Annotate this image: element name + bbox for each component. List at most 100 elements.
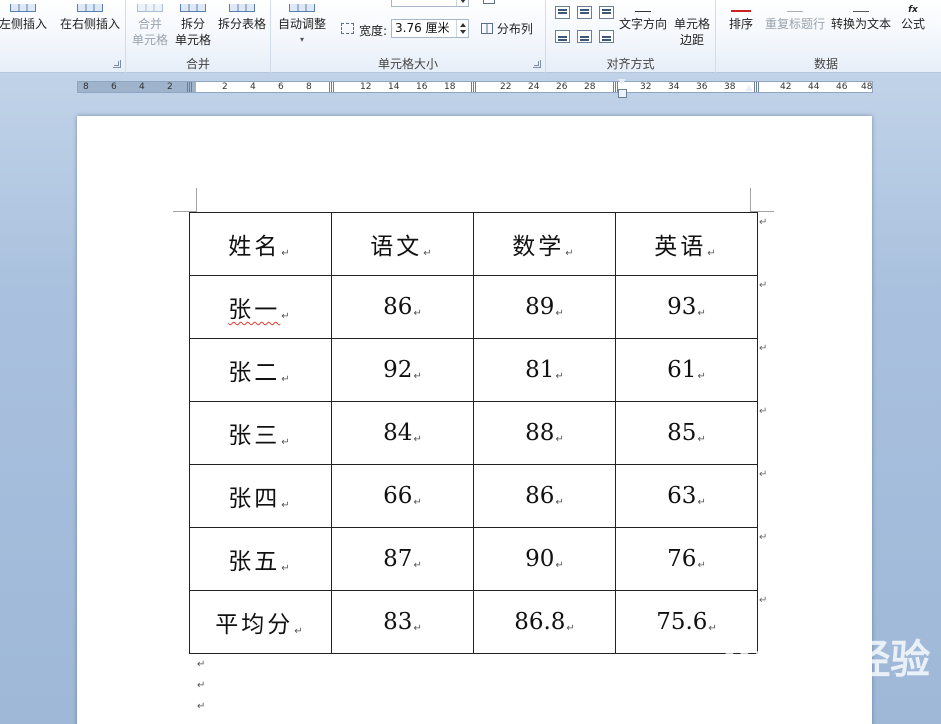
score-value: 61 bbox=[667, 357, 697, 383]
align-top-right-icon[interactable] bbox=[599, 6, 614, 19]
column-marker-icon[interactable] bbox=[471, 82, 477, 92]
score-table[interactable]: 姓名↵ 语文↵ 数学↵ 英语↵ 张一↵ 86↵ 89↵ 93↵ 张二↵ 92↵ … bbox=[189, 212, 758, 654]
row-end-mark: ↵ bbox=[759, 406, 768, 417]
table-row: 张五↵ 87↵ 90↵ 76↵ bbox=[189, 527, 758, 591]
table-layout-ribbon: 左侧插入 在右侧插入 合并 单元格 拆分 单元格 拆分表格 合并 自动调整 ▾ … bbox=[0, 0, 941, 73]
table-cell[interactable]: 66↵ bbox=[331, 464, 474, 528]
text-direction-button[interactable]: 文字方向 bbox=[618, 0, 668, 32]
table-cell[interactable]: 张五↵ bbox=[189, 527, 332, 591]
text-direction-label: 文字方向 bbox=[618, 17, 667, 31]
score-value: 86 bbox=[525, 483, 555, 509]
baidu-watermark: Baidu经验 jingyan.baidu.com bbox=[722, 625, 932, 715]
table-cell[interactable]: 86↵ bbox=[473, 464, 616, 528]
column-marker-icon[interactable] bbox=[754, 82, 760, 92]
score-value: 85 bbox=[667, 420, 697, 446]
cell-end-mark: ↵ bbox=[697, 560, 706, 571]
table-cell[interactable]: 85↵ bbox=[615, 401, 758, 465]
height-field[interactable] bbox=[391, 0, 469, 7]
cell-end-mark: ↵ bbox=[708, 623, 717, 634]
ruler-label: 12 bbox=[360, 82, 372, 92]
width-spin-icon[interactable] bbox=[456, 20, 468, 37]
column-marker-icon[interactable] bbox=[187, 82, 193, 92]
merge-group: 合并 单元格 拆分 单元格 拆分表格 合并 bbox=[126, 0, 271, 73]
table-cell[interactable]: 平均分↵ bbox=[189, 590, 332, 654]
score-value: 63 bbox=[667, 483, 697, 509]
cell-size-launcher-icon[interactable] bbox=[533, 60, 541, 68]
formula-button[interactable]: fx 公式 bbox=[896, 0, 930, 32]
insert-left-button[interactable]: 左侧插入 bbox=[0, 0, 56, 32]
table-cell[interactable]: 89↵ bbox=[473, 275, 616, 339]
cell-margins-button[interactable]: 单元格 边距 bbox=[670, 0, 714, 48]
repeat-header-button[interactable]: 重复标题行 bbox=[764, 0, 826, 32]
align-bottom-right-icon[interactable] bbox=[599, 30, 614, 43]
crop-mark bbox=[196, 188, 197, 212]
autofit-button[interactable]: 自动调整 ▾ bbox=[275, 0, 329, 48]
cell-end-mark: ↵ bbox=[281, 311, 293, 322]
split-cells-icon bbox=[180, 4, 206, 12]
split-cells-button[interactable]: 拆分 单元格 bbox=[174, 0, 212, 48]
convert-to-text-button[interactable]: 转换为文本 bbox=[828, 0, 894, 32]
first-line-indent-icon[interactable] bbox=[618, 79, 626, 85]
header-cell[interactable]: 姓名↵ bbox=[189, 212, 332, 276]
table-cell[interactable]: 84↵ bbox=[331, 401, 474, 465]
table-cell[interactable]: 76↵ bbox=[615, 527, 758, 591]
cell-margins-label-2: 边距 bbox=[679, 33, 704, 47]
table-cell[interactable]: 张四↵ bbox=[189, 464, 332, 528]
header-cell[interactable]: 英语↵ bbox=[615, 212, 758, 276]
align-top-left-icon[interactable] bbox=[555, 6, 570, 19]
table-cell[interactable]: 张二↵ bbox=[189, 338, 332, 402]
table-cell[interactable]: 93↵ bbox=[615, 275, 758, 339]
rows-columns-group: 左侧插入 在右侧插入 bbox=[0, 0, 126, 73]
merge-cells-button[interactable]: 合并 单元格 bbox=[128, 0, 172, 48]
table-cell[interactable]: 61↵ bbox=[615, 338, 758, 402]
average-label: 平均分 bbox=[215, 612, 294, 638]
table-cell[interactable]: 86.8↵ bbox=[473, 590, 616, 654]
table-cell[interactable]: 86↵ bbox=[331, 275, 474, 339]
header-chinese: 语文 bbox=[370, 234, 423, 260]
align-bottom-left-icon[interactable] bbox=[555, 30, 570, 43]
header-cell[interactable]: 数学↵ bbox=[473, 212, 616, 276]
table-cell[interactable]: 张一↵ bbox=[189, 275, 332, 339]
align-top-center-icon[interactable] bbox=[577, 6, 592, 19]
table-cell[interactable]: 87↵ bbox=[331, 527, 474, 591]
score-value: 84 bbox=[383, 420, 413, 446]
student-name: 张二 bbox=[228, 360, 281, 386]
table-cell[interactable]: 92↵ bbox=[331, 338, 474, 402]
ruler-label: 46 bbox=[836, 82, 848, 92]
table-cell[interactable]: 88↵ bbox=[473, 401, 616, 465]
header-cell[interactable]: 语文↵ bbox=[331, 212, 474, 276]
distribute-rows-icon[interactable] bbox=[483, 0, 495, 4]
horizontal-ruler[interactable]: 8 6 4 2 2 4 6 8 12 14 16 18 22 24 26 28 … bbox=[77, 81, 873, 93]
left-indent-icon[interactable] bbox=[618, 89, 627, 98]
ruler-label: 8 bbox=[83, 82, 89, 92]
distribute-cols-button[interactable]: 分布列 bbox=[481, 21, 543, 37]
right-indent-icon[interactable] bbox=[745, 85, 753, 91]
sort-button[interactable]: 排序 bbox=[722, 0, 760, 32]
paragraph-mark: ↵ bbox=[197, 701, 206, 712]
merge-cells-icon bbox=[137, 4, 163, 12]
row-end-mark: ↵ bbox=[759, 343, 768, 354]
align-bottom-center-icon[interactable] bbox=[577, 30, 592, 43]
table-cell[interactable]: 83↵ bbox=[331, 590, 474, 654]
student-name: 张五 bbox=[228, 549, 281, 575]
table-cell[interactable]: 63↵ bbox=[615, 464, 758, 528]
table-cell[interactable]: 90↵ bbox=[473, 527, 616, 591]
column-marker-icon[interactable] bbox=[329, 82, 335, 92]
student-name: 张四 bbox=[228, 486, 281, 512]
cell-end-mark: ↵ bbox=[555, 497, 564, 508]
score-value: 81 bbox=[525, 357, 555, 383]
width-label: 宽度: bbox=[359, 24, 388, 38]
cell-end-mark: ↵ bbox=[565, 248, 577, 259]
width-field[interactable]: 3.76 厘米 bbox=[391, 19, 469, 38]
insert-right-button[interactable]: 在右侧插入 bbox=[56, 0, 124, 32]
rows-columns-launcher-icon[interactable] bbox=[113, 60, 121, 68]
score-value: 76 bbox=[667, 546, 697, 572]
score-value: 86 bbox=[383, 294, 413, 320]
cell-end-mark: ↵ bbox=[555, 371, 564, 382]
table-cell[interactable]: 81↵ bbox=[473, 338, 616, 402]
ruler-label: 24 bbox=[528, 82, 540, 92]
split-table-button[interactable]: 拆分表格 bbox=[214, 0, 270, 32]
table-cell[interactable]: 张三↵ bbox=[189, 401, 332, 465]
ruler-label: 4 bbox=[250, 82, 256, 92]
height-spin-icon[interactable] bbox=[456, 0, 468, 6]
